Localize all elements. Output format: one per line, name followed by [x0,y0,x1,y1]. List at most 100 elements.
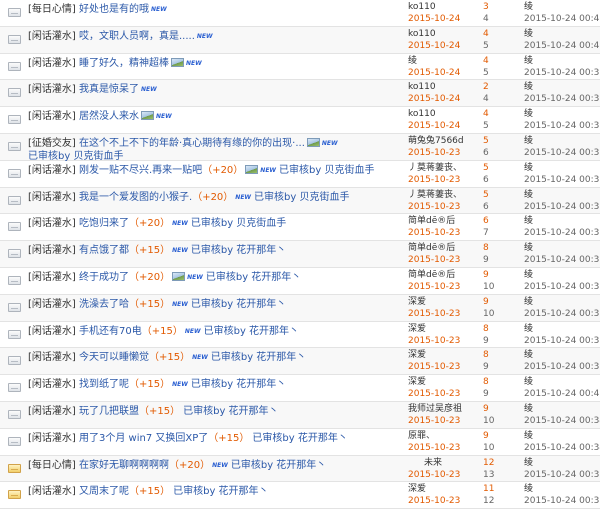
last-post-user-link[interactable]: 绫 [524,403,600,415]
last-post-time-link[interactable]: 2015-10-24 00:33 [524,254,600,266]
last-post-user-link[interactable]: 绫 [524,269,600,281]
last-post-time-link[interactable]: 2015-10-24 00:34 [524,415,600,427]
last-post-user-link[interactable]: 绫 [524,349,600,361]
last-post-time-link[interactable]: 2015-10-24 00:31 [524,147,600,159]
last-post-user-link[interactable]: 绫 [524,215,600,227]
author-name-link[interactable]: 深爱 [408,376,478,388]
thread-title-link[interactable]: 刚发一贴不尽兴.再来一贴吧 [79,165,202,176]
thread-category[interactable]: [闲话灌水] [28,326,76,337]
author-name-link[interactable]: 未来 [408,457,478,469]
last-post-time-link[interactable]: 2015-10-24 00:32 [524,227,600,239]
last-post-user-link[interactable]: 绫 [524,28,600,40]
author-name-link[interactable]: 简单dē®后 [408,215,478,227]
thread-category[interactable]: [闲话灌水] [28,58,76,69]
last-post-time-link[interactable]: 2015-10-24 00:41 [524,40,600,52]
last-post-user-link[interactable]: 绫 [524,108,600,120]
thread-title-link[interactable]: 今天可以睡懒觉 [79,352,149,363]
thread-title-link[interactable]: 用了3个月 win7 又换回XP了 [79,433,208,444]
last-post-user-link[interactable]: 绫 [524,1,600,13]
thread-title-link[interactable]: 在家好无聊啊啊啊啊 [79,460,169,471]
author-name-link[interactable]: 丿莫蒋萋丧、 [408,189,478,201]
thread-category[interactable]: [闲话灌水] [28,111,76,122]
thread-category[interactable]: [闲话灌水] [28,245,76,256]
last-post-time-link[interactable]: 2015-10-24 00:32 [524,281,600,293]
thread-author: 简单dē®后 2015-10-23 [408,269,478,293]
last-post-user-link[interactable]: 绫 [524,457,600,469]
thread-title-link[interactable]: 手机还有70电 [79,326,142,337]
thread-author: ko110 2015-10-24 [408,108,478,132]
author-name-link[interactable]: 简单dē®后 [408,242,478,254]
last-post-time-link[interactable]: 2015-10-24 00:32 [524,67,600,79]
author-name-link[interactable]: 简单dē®后 [408,269,478,281]
thread-category[interactable]: [每日心情] [28,4,76,15]
thread-category[interactable]: [闲话灌水] [28,84,76,95]
reply-count: 8 [483,350,489,361]
author-name-link[interactable]: ko110 [408,81,478,93]
thread-category[interactable]: [闲话灌水] [28,379,76,390]
thread-title-link[interactable]: 在这个不上不下的年龄·真心期待有缘的你的出现·... [79,138,305,149]
thread-title-link[interactable]: 有点饿了都 [79,245,129,256]
last-post-user-link[interactable]: 绫 [524,55,600,67]
thread-title-link[interactable]: 终于成功了 [79,272,129,283]
last-post-time-link[interactable]: 2015-10-24 00:34 [524,442,600,454]
last-post-user-link[interactable]: 绫 [524,296,600,308]
author-name-link[interactable]: 原罪、 [408,430,478,442]
last-post-time-link[interactable]: 2015-10-24 00:33 [524,361,600,373]
thread-title-link[interactable]: 睡了好久，精神超棒 [79,58,169,69]
last-post-user-link[interactable]: 绫 [524,189,600,201]
thread-category[interactable]: [闲话灌水] [28,31,76,42]
last-post: 绫 2015-10-24 00:30 [524,108,600,132]
author-name-link[interactable]: ko110 [408,1,478,13]
last-post-user-link[interactable]: 绫 [524,135,600,147]
thread-title-link[interactable]: 吃饱归来了 [79,218,129,229]
author-name-link[interactable]: 深爱 [408,349,478,361]
thread-title-link[interactable]: 找到纸了呢 [79,379,129,390]
last-post-time-link[interactable]: 2015-10-24 00:32 [524,174,600,186]
thread-title-link[interactable]: 哎，文职人员啊，真是..... [79,31,195,42]
last-post-user-link[interactable]: 绫 [524,323,600,335]
last-post-time-link[interactable]: 2015-10-24 00:35 [524,469,600,481]
last-post-user-link[interactable]: 绫 [524,430,600,442]
thread-title-link[interactable]: 洗澡去了哈 [79,299,129,310]
last-post-user-link[interactable]: 绫 [524,162,600,174]
thread-title-link[interactable]: 我是一个爱发图的小猴子. [79,192,192,203]
thread-category[interactable]: [闲话灌水] [28,406,76,417]
thread-category[interactable]: [闲话灌水] [28,272,76,283]
last-post-time-link[interactable]: 2015-10-24 00:33 [524,335,600,347]
last-post-user-link[interactable]: 绫 [524,483,600,495]
last-post-time-link[interactable]: 2015-10-24 00:30 [524,93,600,105]
thread-title-link[interactable]: 又周末了呢 [79,486,129,497]
thread-category[interactable]: [闲话灌水] [28,192,76,203]
last-post-user-link[interactable]: 绫 [524,81,600,93]
thread-category[interactable]: [闲话灌水] [28,486,76,497]
thread-category[interactable]: [闲话灌水] [28,433,76,444]
folder-icon [8,490,21,500]
author-name-link[interactable]: 丿莫蒋萋丧、 [408,162,478,174]
last-post-time-link[interactable]: 2015-10-24 00:41 [524,13,600,25]
last-post-time-link[interactable]: 2015-10-24 00:36 [524,495,600,507]
author-name-link[interactable]: 深爱 [408,323,478,335]
thread-category[interactable]: [每日心情] [28,460,76,471]
author-name-link[interactable]: 深爱 [408,296,478,308]
thread-title-link[interactable]: 玩了几把联盟 [79,406,139,417]
author-name-link[interactable]: 萌兔兔7566d [408,135,478,147]
thread-category[interactable]: [闲话灌水] [28,165,76,176]
author-name-link[interactable]: ko110 [408,108,478,120]
last-post-user-link[interactable]: 绫 [524,376,600,388]
author-name-link[interactable]: ko110 [408,28,478,40]
last-post-user-link[interactable]: 绫 [524,242,600,254]
thread-title-link[interactable]: 居然没人来水 [79,111,139,122]
last-post-time-link[interactable]: 2015-10-24 00:42 [524,388,600,400]
thread-title-link[interactable]: 我真是惊呆了 [79,84,139,95]
thread-category[interactable]: [闲话灌水] [28,299,76,310]
last-post-time-link[interactable]: 2015-10-24 00:32 [524,201,600,213]
last-post-time-link[interactable]: 2015-10-24 00:30 [524,120,600,132]
author-name-link[interactable]: 深爱 [408,483,478,495]
thread-category[interactable]: [闲话灌水] [28,218,76,229]
thread-title-link[interactable]: 好处也是有的哦 [79,4,149,15]
author-name-link[interactable]: 我师过吴彦祖 [408,403,478,415]
thread-category[interactable]: [征婚交友] [28,138,76,149]
last-post-time-link[interactable]: 2015-10-24 00:33 [524,308,600,320]
thread-category[interactable]: [闲话灌水] [28,352,76,363]
author-name-link[interactable]: 绫 [408,55,478,67]
